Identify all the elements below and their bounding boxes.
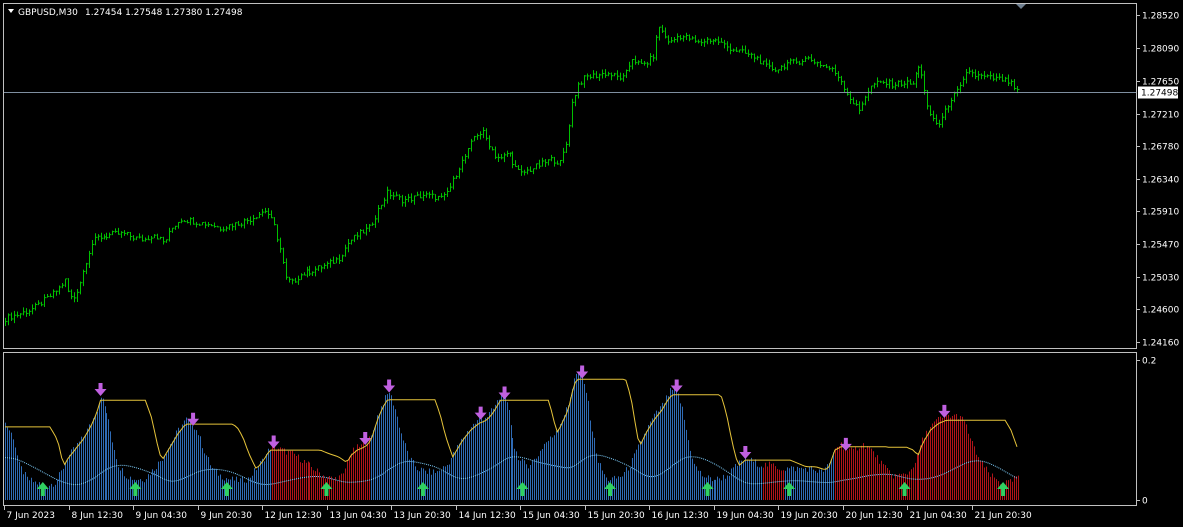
price-tick-label: 1.28520 bbox=[1142, 12, 1179, 22]
price-panel-frame bbox=[3, 3, 1137, 349]
indicator-histogram bbox=[5, 367, 1019, 500]
time-tick-label: 14 Jun 12:30 bbox=[459, 511, 516, 521]
collapse-triangle-icon[interactable] bbox=[8, 9, 14, 13]
time-tick-label: 9 Jun 20:30 bbox=[201, 511, 253, 521]
symbol-label: GBPUSD,M30 bbox=[18, 8, 78, 18]
up-arrow-icon bbox=[701, 482, 714, 496]
indicator-axis: 0.20 bbox=[1136, 357, 1156, 507]
time-tick-label: 13 Jun 04:30 bbox=[330, 511, 387, 521]
time-tick-label: 13 Jun 20:30 bbox=[394, 511, 451, 521]
price-tick-label: 1.27210 bbox=[1142, 111, 1179, 121]
time-axis: 7 Jun 2023 8 Jun 12:30 9 Jun 04:30 9 Jun 20… bbox=[4, 506, 1032, 521]
current-price-label: 1.27498 bbox=[1141, 89, 1178, 99]
time-tick-label: 15 Jun 04:30 bbox=[523, 511, 580, 521]
price-tick-label: 1.25910 bbox=[1142, 208, 1179, 218]
time-tick-label: 12 Jun 12:30 bbox=[265, 511, 322, 521]
time-tick-label: 8 Jun 12:30 bbox=[72, 511, 124, 521]
trading-chart[interactable]: 1.28520 1.28090 1.27650 1.27210 1.26780 1.263… bbox=[0, 0, 1183, 527]
price-tick-label: 1.26340 bbox=[1142, 176, 1179, 186]
down-arrow-icon bbox=[94, 383, 107, 396]
ohlc-readout: 1.27454 1.27548 1.27380 1.27498 bbox=[85, 8, 243, 18]
shift-marker-icon[interactable] bbox=[1016, 4, 1026, 9]
up-arrow-icon bbox=[129, 482, 142, 496]
price-tick-label: 1.25470 bbox=[1142, 241, 1179, 251]
price-tick-label: 1.28090 bbox=[1142, 45, 1179, 55]
down-arrow-icon bbox=[576, 365, 589, 379]
time-tick-label: 21 Jun 04:30 bbox=[910, 511, 967, 521]
down-arrow-icon bbox=[739, 446, 752, 459]
price-tick-label: 1.25030 bbox=[1142, 274, 1179, 284]
time-tick-label: 15 Jun 20:30 bbox=[588, 511, 645, 521]
price-bars bbox=[5, 24, 1020, 327]
down-arrow-icon bbox=[383, 379, 396, 393]
price-tick-label: 1.24160 bbox=[1142, 339, 1179, 349]
indicator-tick-label: 0 bbox=[1142, 497, 1148, 507]
price-tick-label: 1.27650 bbox=[1142, 78, 1179, 88]
time-tick-label: 7 Jun 2023 bbox=[7, 511, 55, 521]
time-tick-label: 16 Jun 12:30 bbox=[652, 511, 709, 521]
price-axis: 1.28520 1.28090 1.27650 1.27210 1.26780 1.263… bbox=[1136, 12, 1179, 349]
indicator-tick-label: 0.2 bbox=[1142, 357, 1156, 367]
price-tick-label: 1.26780 bbox=[1142, 143, 1179, 153]
down-arrow-icon bbox=[474, 406, 487, 420]
down-arrow-icon bbox=[498, 386, 511, 400]
time-tick-label: 19 Jun 04:30 bbox=[717, 511, 774, 521]
up-arrow-icon bbox=[898, 482, 911, 496]
down-arrow-icon bbox=[267, 435, 280, 449]
up-arrow-icon bbox=[320, 482, 333, 496]
time-tick-label: 21 Jun 20:30 bbox=[975, 511, 1032, 521]
time-tick-label: 9 Jun 04:30 bbox=[136, 511, 188, 521]
price-tick-label: 1.24600 bbox=[1142, 306, 1179, 316]
time-tick-label: 20 Jun 12:30 bbox=[846, 511, 903, 521]
time-tick-label: 19 Jun 20:30 bbox=[781, 511, 838, 521]
